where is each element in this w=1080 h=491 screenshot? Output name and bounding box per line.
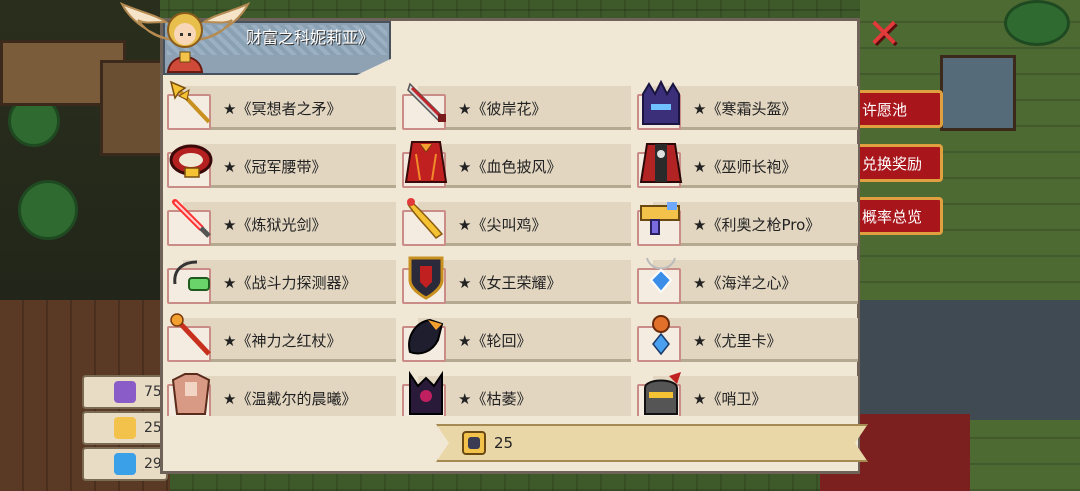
ocean-heart-icon bbox=[646, 257, 676, 294]
resource-row-diamond: 29 bbox=[82, 447, 168, 481]
golden-spear-icon bbox=[169, 80, 211, 124]
list-item[interactable]: ★《寒霜头盔》 bbox=[633, 80, 858, 130]
frost-helmet-icon bbox=[642, 80, 680, 125]
withered-icon bbox=[409, 370, 443, 415]
screaming-chicken-icon bbox=[407, 198, 444, 239]
list-item[interactable]: ★《女王荣耀》 bbox=[398, 254, 631, 304]
close-button[interactable]: ✕ bbox=[864, 14, 904, 56]
list-item[interactable]: ★《炼狱光剑》 bbox=[163, 196, 396, 246]
list-item[interactable]: ★《温戴尔的晨曦》 bbox=[163, 370, 396, 416]
crimson-cape-icon bbox=[404, 141, 448, 183]
angel-avatar-icon bbox=[120, 2, 250, 73]
dawn-armor-icon bbox=[171, 373, 211, 415]
close-x-icon: ✕ bbox=[867, 11, 901, 57]
leo-gun-icon bbox=[640, 202, 680, 235]
panel-title: 财富之科妮莉亚》 bbox=[246, 28, 375, 47]
reward-items-grid: ★《冥想者之矛》 ★《彼岸花》 ★《寒霜头盔》 ★《冠军腰带》 ★《血色披风》 … bbox=[163, 80, 858, 416]
list-item[interactable]: ★《哨卫》 bbox=[633, 370, 858, 416]
coin-icon bbox=[462, 431, 486, 455]
list-item[interactable]: ★《战斗力探测器》 bbox=[163, 254, 396, 304]
champion-belt-icon bbox=[169, 144, 213, 178]
list-item[interactable]: ★《利奥之枪Pro》 bbox=[633, 196, 858, 246]
list-item[interactable]: ★《血色披风》 bbox=[398, 138, 631, 188]
queen-shield-icon bbox=[408, 256, 444, 300]
red-blade-icon bbox=[407, 82, 446, 122]
list-item[interactable]: ★《神力之红杖》 bbox=[163, 312, 396, 362]
list-item[interactable]: ★《尖叫鸡》 bbox=[398, 196, 631, 246]
purple-crystal-icon bbox=[114, 381, 136, 403]
list-item[interactable]: ★《冠军腰带》 bbox=[163, 138, 396, 188]
coin-icon bbox=[114, 417, 136, 439]
list-item[interactable]: ★《海洋之心》 bbox=[633, 254, 858, 304]
eureka-amulet-icon bbox=[652, 315, 670, 356]
wizard-robe-icon bbox=[639, 143, 683, 183]
diamond-icon bbox=[114, 453, 136, 475]
list-item[interactable]: ★《尤里卡》 bbox=[633, 312, 858, 362]
list-item[interactable]: ★《巫师长袍》 bbox=[633, 138, 858, 188]
list-item[interactable]: ★《彼岸花》 bbox=[398, 80, 631, 130]
reincarnation-gauntlet-icon bbox=[408, 318, 444, 355]
scouter-icon bbox=[173, 260, 210, 291]
red-lightsaber-icon bbox=[172, 199, 211, 238]
resource-row-crystal: 75 bbox=[82, 375, 168, 409]
list-item[interactable]: ★《冥想者之矛》 bbox=[163, 80, 396, 130]
resource-row-coin: 25 bbox=[82, 411, 168, 445]
sentinel-helmet-icon bbox=[644, 372, 681, 415]
coin-count: 25 bbox=[494, 434, 514, 452]
red-staff-icon bbox=[170, 313, 211, 356]
list-item[interactable]: ★《枯萎》 bbox=[398, 370, 631, 416]
list-item[interactable]: ★《轮回》 bbox=[398, 312, 631, 362]
